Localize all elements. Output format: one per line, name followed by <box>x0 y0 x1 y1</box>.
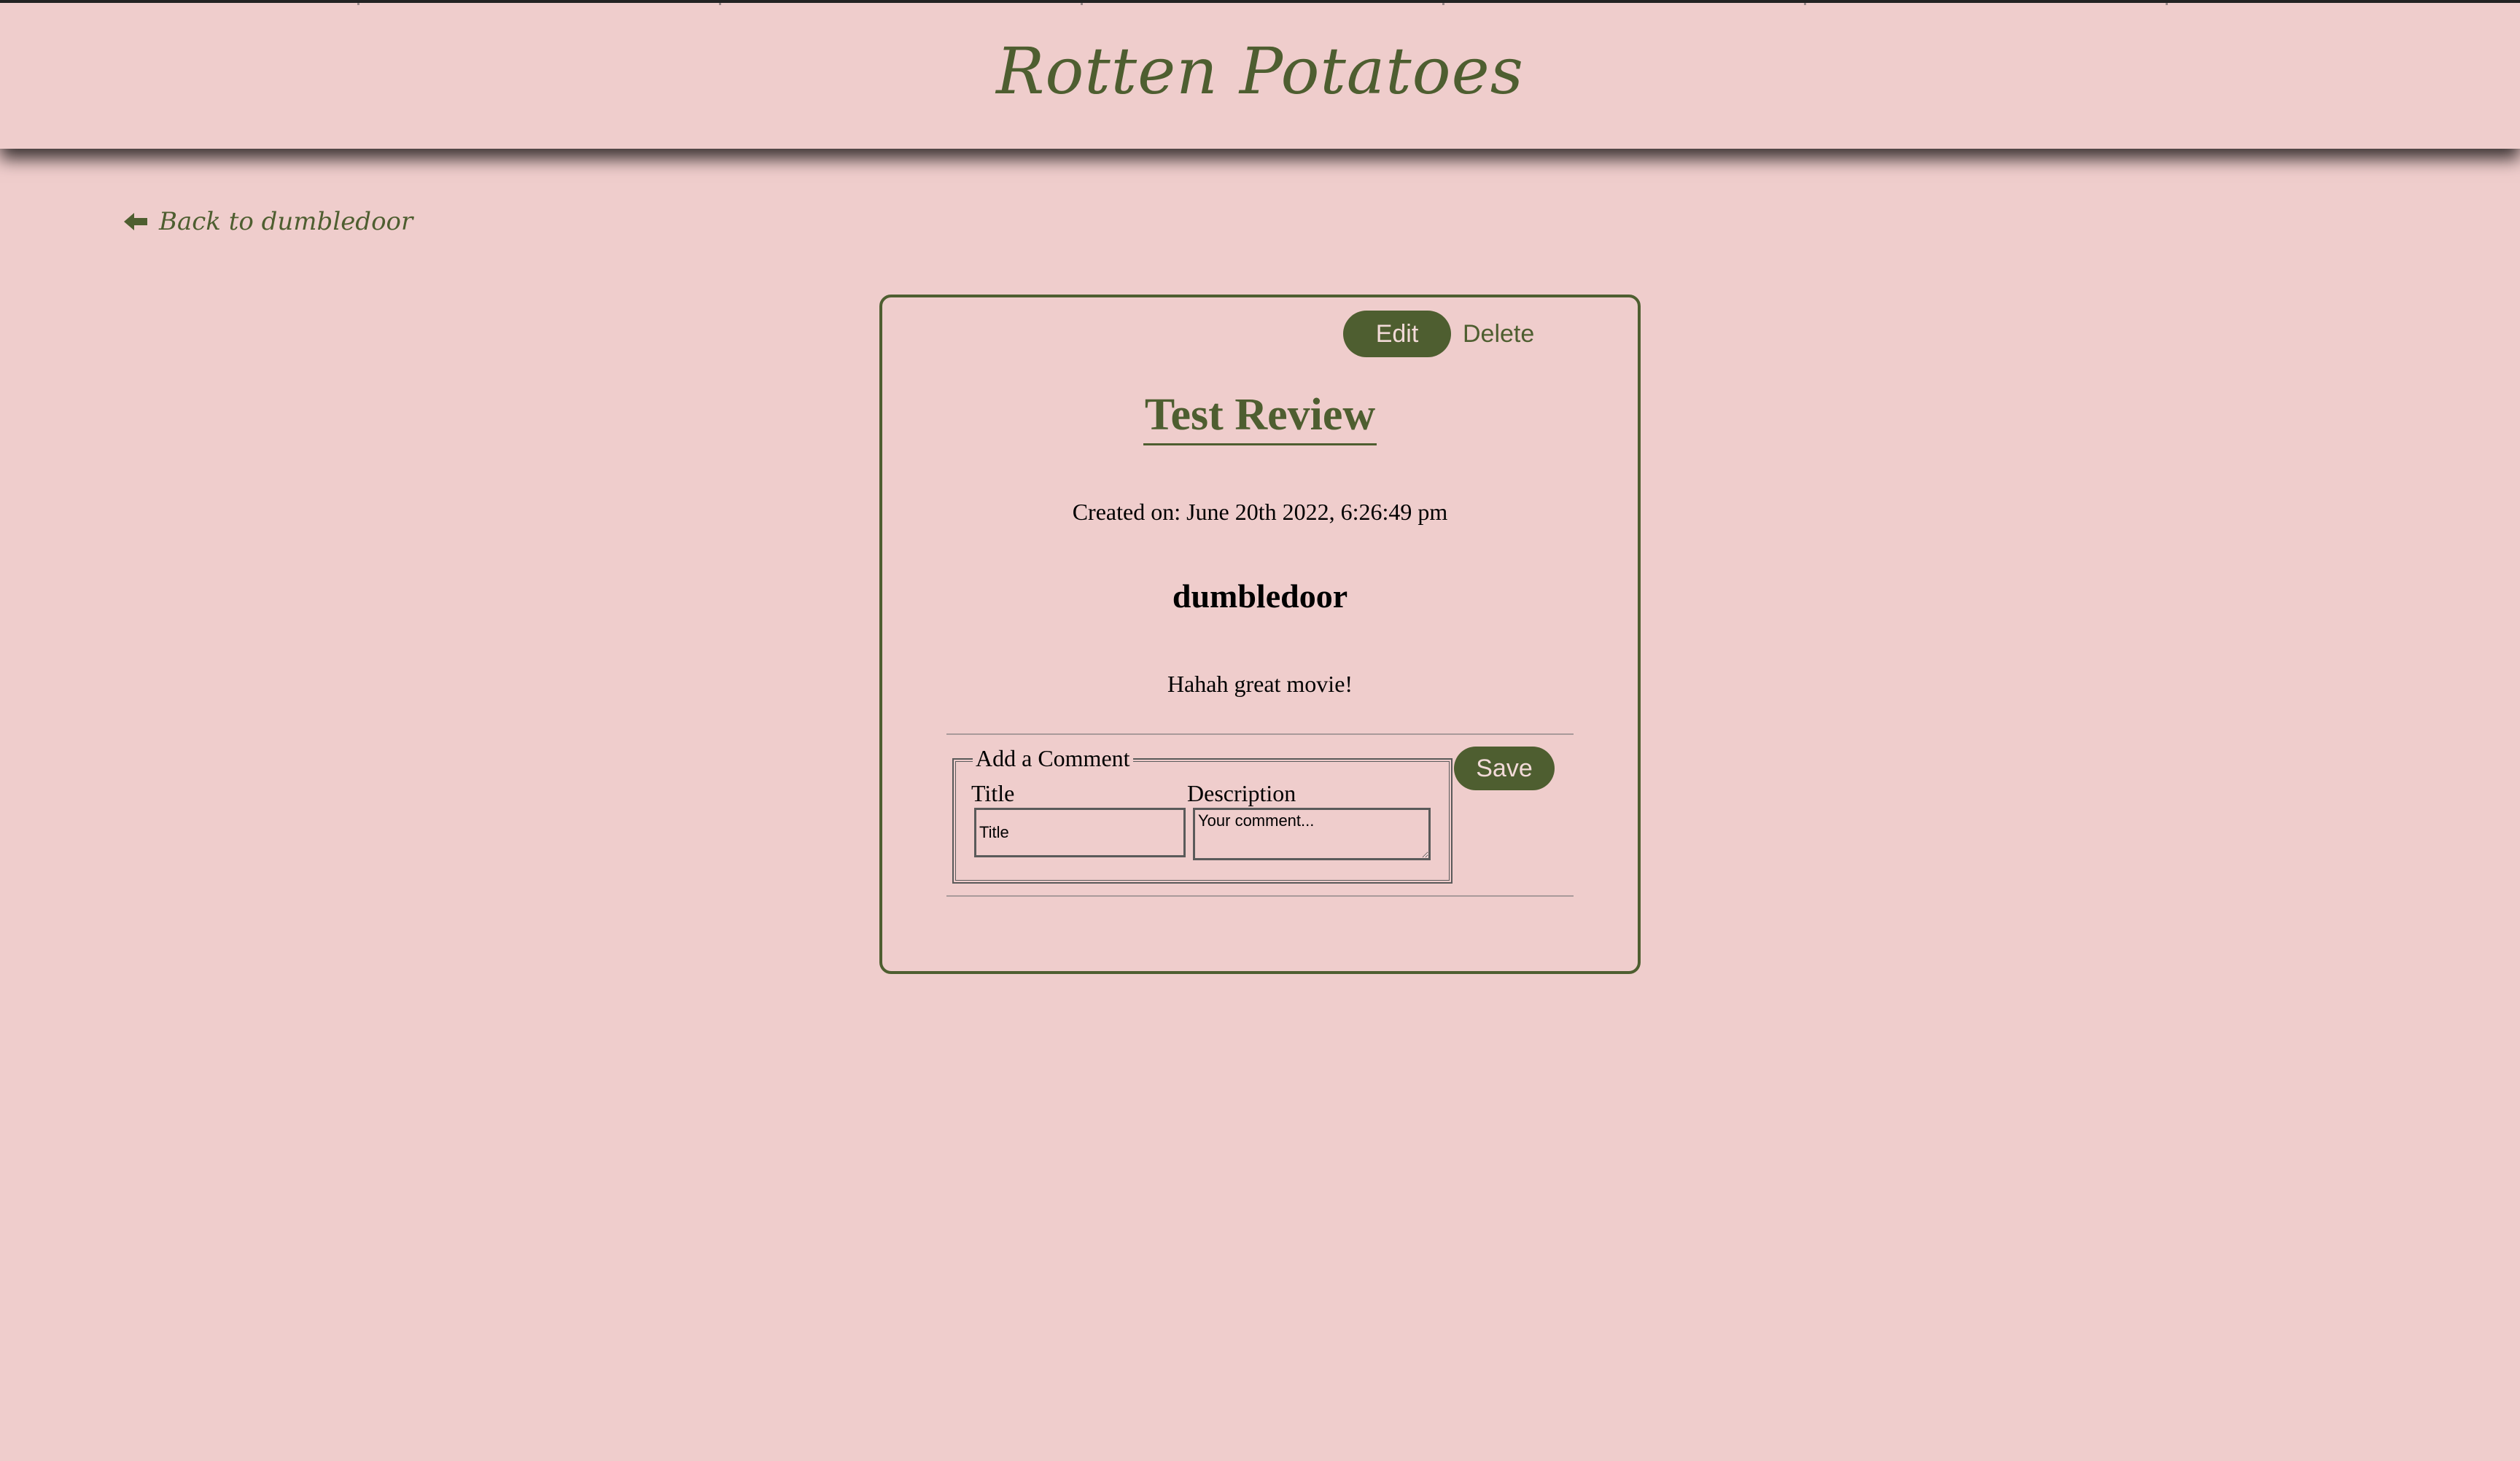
header-divider-mark <box>357 3 359 5</box>
header-divider-mark <box>1804 3 1806 5</box>
header-divider-mark <box>1081 3 1083 5</box>
back-link-label: Back to dumbledoor <box>159 207 413 236</box>
divider <box>946 895 1574 897</box>
divider <box>946 733 1574 735</box>
header-divider-mark <box>719 3 721 5</box>
review-card: Edit Delete Test Review Created on: June… <box>879 295 1641 974</box>
comment-description-label: Description <box>1187 780 1296 806</box>
comment-description-input[interactable] <box>1193 808 1431 860</box>
back-link[interactable]: Back to dumbledoor <box>124 201 413 242</box>
site-title[interactable]: Rotten Potatoes <box>0 35 2520 108</box>
site-header: Rotten Potatoes <box>0 0 2520 149</box>
comment-fieldset: Add a Comment Title Description <box>952 744 1452 884</box>
header-divider-mark <box>1442 3 1444 5</box>
review-body: Hahah great movie! <box>1167 671 1353 697</box>
comment-title-input[interactable] <box>974 808 1186 857</box>
save-comment-button[interactable]: Save <box>1454 747 1555 790</box>
comment-form-legend: Add a Comment <box>973 744 1133 773</box>
comment-title-label: Title <box>971 780 1015 806</box>
review-title: Test Review <box>1143 388 1377 445</box>
review-title-heading: Test Review <box>882 388 1638 445</box>
review-author[interactable]: dumbledoor <box>882 576 1638 617</box>
arrow-left-icon <box>124 213 147 230</box>
created-timestamp: Created on: June 20th 2022, 6:26:49 pm <box>1072 499 1448 525</box>
header-divider-mark <box>2166 3 2168 5</box>
edit-button[interactable]: Edit <box>1343 311 1451 357</box>
delete-button[interactable]: Delete <box>1458 311 1539 357</box>
